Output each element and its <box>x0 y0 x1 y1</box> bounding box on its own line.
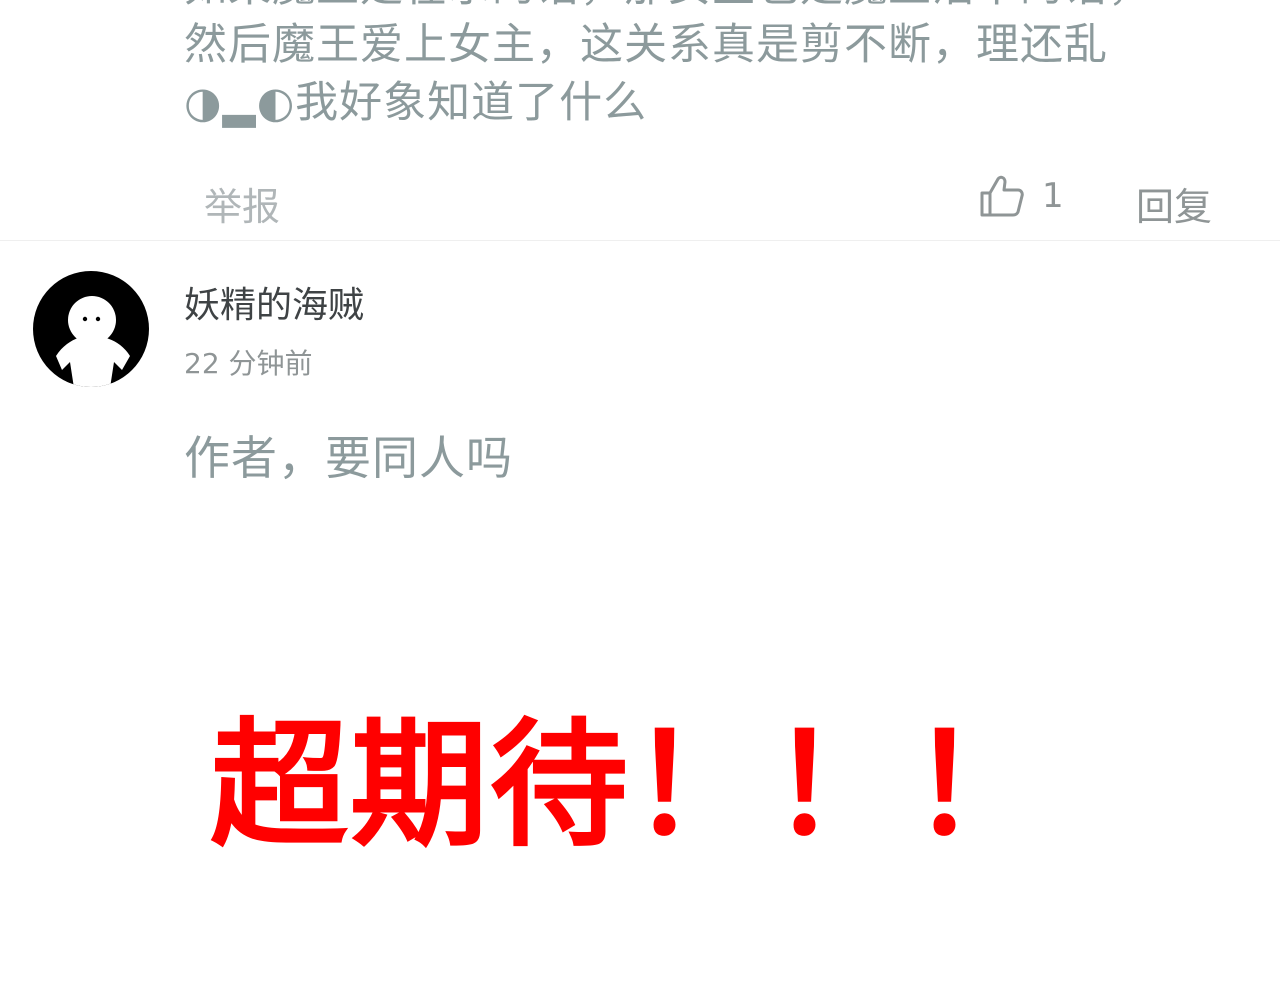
thumbs-up-icon[interactable] <box>978 172 1026 220</box>
previous-comment: 如果魔王是在示的话，那女主也是魔王活下的话， 然后魔王爱上女主，这关系真是剪不断… <box>0 0 1280 241</box>
comment-page: 如果魔王是在示的话，那女主也是魔王活下的话， 然后魔王爱上女主，这关系真是剪不断… <box>0 0 1280 1000</box>
comment-text: 作者，要同人吗 <box>184 431 513 485</box>
like-button[interactable]: 1 <box>978 172 1064 220</box>
previous-comment-line: 然后魔王爱上女主，这关系真是剪不断，理还乱 <box>184 20 1108 70</box>
previous-comment-line: 如果魔王是在示的话，那女主也是魔王活下的话， <box>184 0 1244 16</box>
overlay-caption: 超期待！！！ <box>210 705 1051 866</box>
reply-button[interactable]: 回复 <box>1136 176 1212 231</box>
comment-username[interactable]: 妖精的海贼 <box>184 276 364 328</box>
like-count: 1 <box>1042 176 1064 216</box>
avatar-icon[interactable] <box>32 270 150 388</box>
report-button[interactable]: 举报 <box>204 176 280 231</box>
previous-comment-line: ◑▂◐我好象知道了什么 <box>184 78 648 128</box>
comment-timestamp: 22 分钟前 <box>184 347 313 380</box>
previous-comment-text: 如果魔王是在示的话，那女主也是魔王活下的话， 然后魔王爱上女主，这关系真是剪不断… <box>184 0 1244 132</box>
